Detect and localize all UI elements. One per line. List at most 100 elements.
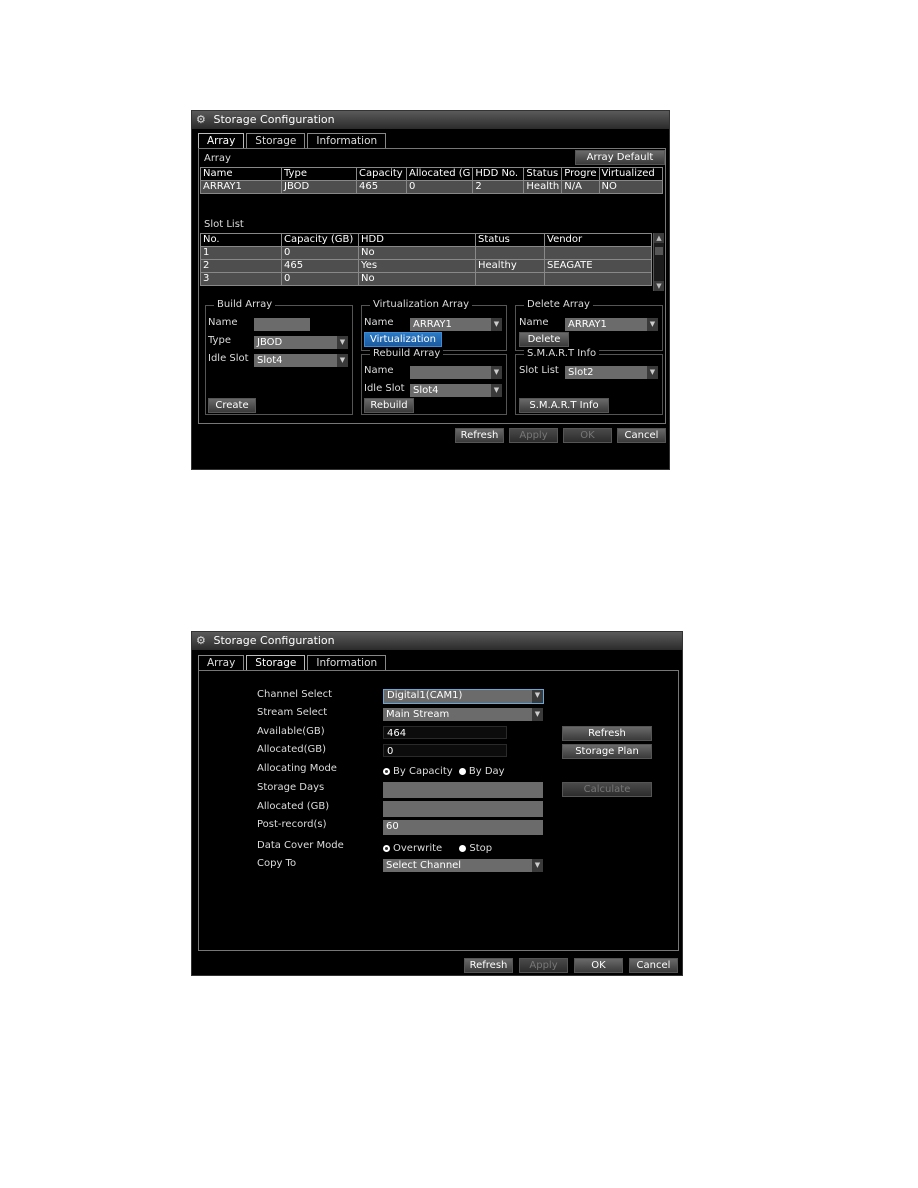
post-record-input[interactable]: 60	[383, 820, 543, 835]
chevron-down-icon: ▼	[491, 384, 502, 397]
col-status[interactable]: Status	[523, 167, 563, 181]
table-row[interactable]: 3 0 No	[200, 272, 652, 286]
rebuild-array-title: Rebuild Array	[370, 348, 444, 359]
virtualization-button[interactable]: Virtualization	[364, 332, 442, 347]
refresh-button[interactable]: Refresh	[464, 958, 513, 973]
col-hdd-no[interactable]: HDD No.	[472, 167, 525, 181]
tab-storage[interactable]: Storage	[246, 133, 306, 148]
col-vendor[interactable]: Vendor	[544, 233, 652, 247]
build-type-label: Type	[208, 335, 231, 346]
allocated-field[interactable]: 0	[383, 744, 507, 757]
table-row[interactable]: 2 465 Yes Healthy SEAGATE	[200, 259, 652, 273]
data-cover-mode-label: Data Cover Mode	[257, 840, 344, 851]
allocating-mode-label: Allocating Mode	[257, 763, 337, 774]
window-title: Storage Configuration	[213, 113, 335, 126]
chevron-down-icon: ▼	[532, 690, 543, 703]
create-button[interactable]: Create	[208, 398, 256, 413]
radio-overwrite[interactable]: Overwrite	[383, 843, 442, 854]
rebuild-name-label: Name	[364, 365, 394, 376]
delete-name-label: Name	[519, 317, 549, 328]
radio-checked-icon	[383, 845, 390, 852]
radio-by-capacity[interactable]: By Capacity	[383, 766, 453, 777]
array-default-button[interactable]: Array Default	[575, 150, 665, 165]
copy-to-select[interactable]: Select Channel ▼	[383, 859, 543, 872]
col-progress[interactable]: Progre	[561, 167, 600, 181]
radio-overwrite-label: Overwrite	[393, 843, 443, 854]
tab-array[interactable]: Array	[198, 655, 245, 670]
radio-unchecked-icon	[459, 845, 467, 852]
channel-select[interactable]: Digital1(CAM1) ▼	[383, 689, 544, 704]
settings-gear-icon: ⚙	[196, 634, 206, 647]
stream-select[interactable]: Main Stream ▼	[383, 708, 543, 721]
cancel-button[interactable]: Cancel	[629, 958, 678, 973]
cell-status	[475, 272, 545, 286]
delete-name-select[interactable]: ARRAY1 ▼	[565, 318, 658, 331]
array-section-label: Array	[204, 153, 231, 164]
tab-information[interactable]: Information	[307, 655, 387, 670]
rebuild-idle-slot-select[interactable]: Slot4 ▼	[410, 384, 502, 397]
virt-name-value: ARRAY1	[413, 319, 452, 330]
delete-button[interactable]: Delete	[519, 332, 569, 347]
col-virtualized[interactable]: Virtualized	[598, 167, 664, 181]
tab-storage[interactable]: Storage	[246, 655, 306, 671]
ok-button[interactable]: OK	[563, 428, 612, 443]
table-row[interactable]: ARRAY1 JBOD 465 0 2 Health N/A NO	[200, 180, 664, 194]
calculate-button[interactable]: Calculate	[562, 782, 652, 797]
col-no[interactable]: No.	[200, 233, 282, 247]
table-row[interactable]: 1 0 No	[200, 246, 652, 260]
cell-capacity: 0	[281, 272, 359, 286]
tab-information[interactable]: Information	[307, 133, 387, 148]
col-hdd[interactable]: HDD	[358, 233, 476, 247]
tab-array[interactable]: Array	[198, 133, 245, 149]
apply-button[interactable]: Apply	[509, 428, 558, 443]
smart-slot-list-select[interactable]: Slot2 ▼	[565, 366, 658, 379]
radio-by-day[interactable]: By Day	[458, 766, 505, 777]
radio-by-day-label: By Day	[468, 766, 505, 777]
virt-name-select[interactable]: ARRAY1 ▼	[410, 318, 502, 331]
ok-button[interactable]: OK	[574, 958, 623, 973]
virtualization-array-title: Virtualization Array	[370, 299, 473, 310]
storage-days-input[interactable]	[383, 782, 543, 798]
scroll-thumb[interactable]	[655, 247, 663, 255]
build-idle-slot-value: Slot4	[257, 355, 283, 366]
build-array-title: Build Array	[214, 299, 276, 310]
col-name[interactable]: Name	[200, 167, 282, 181]
stream-select-value: Main Stream	[386, 709, 450, 720]
rebuild-button[interactable]: Rebuild	[364, 398, 414, 413]
chevron-down-icon: ▼	[647, 318, 658, 331]
col-allocated[interactable]: Allocated (G	[405, 167, 474, 181]
allocating-mode-radios: By Capacity By Day	[383, 766, 505, 777]
chevron-down-icon: ▼	[532, 859, 543, 872]
cell-status: Healthy	[475, 259, 545, 273]
build-name-input[interactable]	[254, 318, 310, 331]
cell-hdd: No	[358, 246, 476, 260]
slot-list-scrollbar[interactable]: ▲ ▼	[653, 233, 664, 291]
cell-no: 2	[200, 259, 282, 273]
title-bar: ⚙ Storage Configuration	[192, 111, 669, 129]
apply-button[interactable]: Apply	[519, 958, 568, 973]
storage-plan-button[interactable]: Storage Plan	[562, 744, 652, 759]
build-idle-slot-select[interactable]: Slot4 ▼	[254, 354, 348, 367]
col-status[interactable]: Status	[475, 233, 545, 247]
col-type[interactable]: Type	[281, 167, 357, 181]
allocated-gb-input[interactable]	[383, 801, 543, 817]
copy-to-value: Select Channel	[386, 860, 462, 871]
col-capacity[interactable]: Capacity	[356, 167, 407, 181]
smart-slot-list-value: Slot2	[568, 367, 594, 378]
array-table-header: Name Type Capacity Allocated (G HDD No. …	[200, 167, 664, 181]
build-type-select[interactable]: JBOD ▼	[254, 336, 348, 349]
side-refresh-button[interactable]: Refresh	[562, 726, 652, 741]
array-table: Name Type Capacity Allocated (G HDD No. …	[200, 167, 664, 194]
cancel-button[interactable]: Cancel	[617, 428, 666, 443]
cell-name: ARRAY1	[200, 180, 282, 194]
radio-stop-label: Stop	[469, 843, 493, 854]
col-capacity-gb[interactable]: Capacity (GB)	[281, 233, 359, 247]
scroll-down-icon[interactable]: ▼	[654, 281, 664, 291]
scroll-up-icon[interactable]: ▲	[654, 233, 664, 243]
rebuild-name-select[interactable]: ▼	[410, 366, 502, 379]
smart-info-button[interactable]: S.M.A.R.T Info	[519, 398, 609, 413]
cell-hdd: No	[358, 272, 476, 286]
refresh-button[interactable]: Refresh	[455, 428, 504, 443]
radio-stop[interactable]: Stop	[459, 843, 492, 854]
cell-no: 3	[200, 272, 282, 286]
